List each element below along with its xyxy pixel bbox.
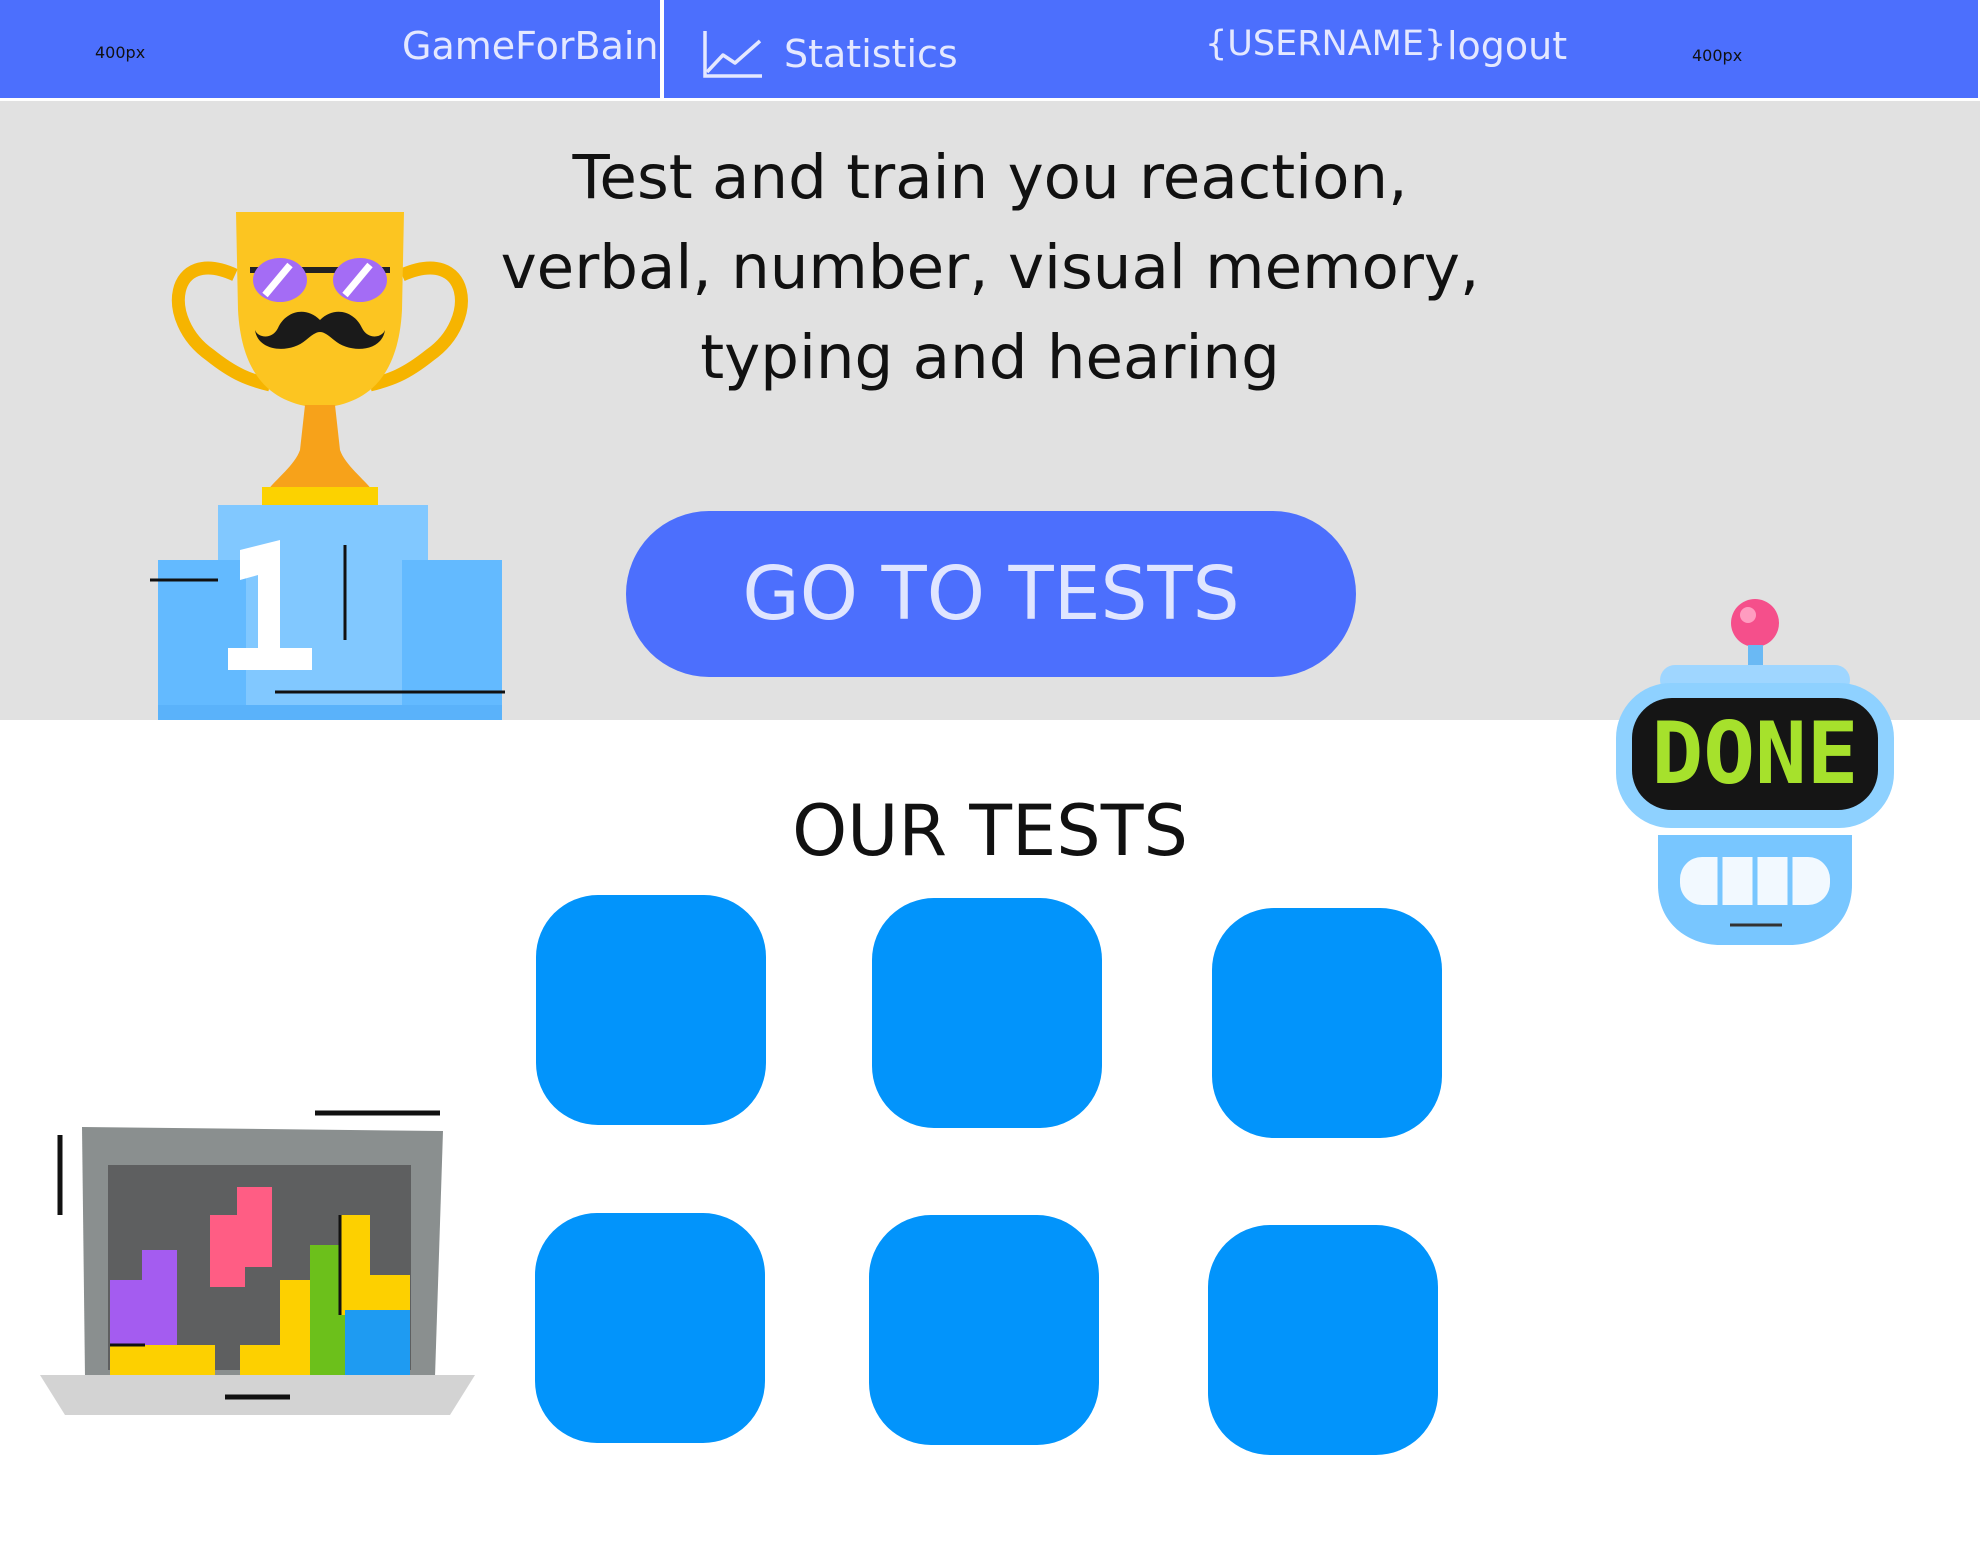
top-navbar: 400px GameForBain Statistics {USERNAME} … [0, 0, 1978, 101]
test-tile[interactable] [535, 1213, 765, 1443]
right-width-label: 400px [1692, 46, 1743, 65]
brand-link[interactable]: GameForBain [402, 24, 659, 68]
logout-link[interactable]: logout [1447, 24, 1567, 68]
test-tile[interactable] [536, 895, 766, 1125]
svg-text:DONE: DONE [1651, 704, 1858, 804]
test-tile[interactable] [1212, 908, 1442, 1138]
trophy-podium-illustration [150, 212, 505, 720]
hero-description: Test and train you reaction, verbal, num… [490, 133, 1490, 403]
hero-line: typing and hearing [700, 322, 1280, 393]
left-width-label: 400px [95, 43, 146, 62]
tetris-laptop-illustration [40, 1110, 475, 1415]
test-tile[interactable] [1208, 1225, 1438, 1455]
statistics-link[interactable]: Statistics [702, 24, 958, 84]
test-tile[interactable] [869, 1215, 1099, 1445]
line-chart-icon [703, 31, 762, 78]
hero-line: verbal, number, visual memory, [500, 232, 1480, 303]
hero-line: Test and train you reaction, [572, 142, 1408, 213]
test-tile[interactable] [872, 898, 1102, 1128]
username-label: {USERNAME} [1205, 24, 1447, 64]
our-tests-title: OUR TESTS [792, 790, 1188, 872]
go-to-tests-button[interactable]: GO TO TESTS [626, 511, 1356, 677]
navbar-divider [660, 0, 664, 98]
done-robot-illustration: DONE [1616, 599, 1894, 945]
statistics-label: Statistics [784, 32, 958, 76]
